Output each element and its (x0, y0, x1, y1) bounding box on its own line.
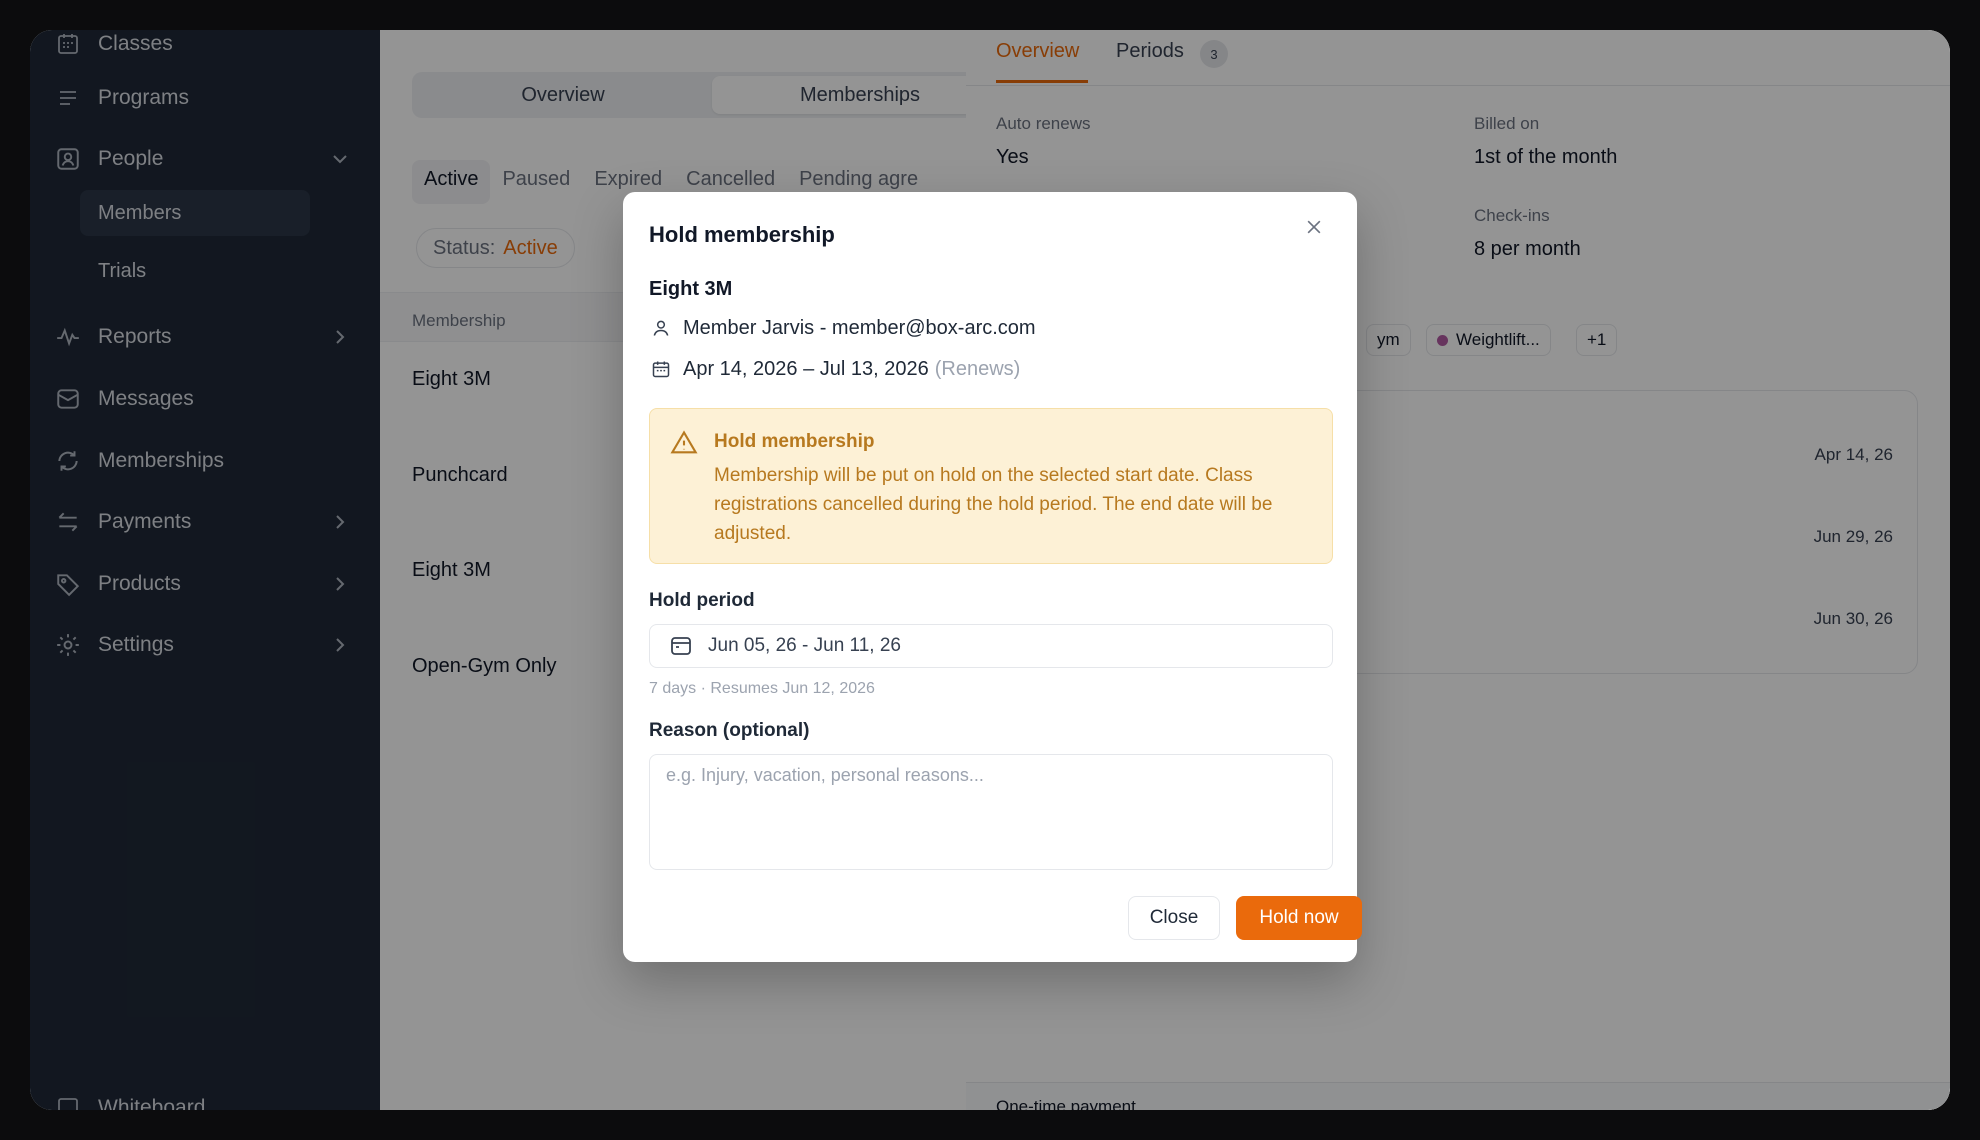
hold-period-hint: 7 days · Resumes Jun 12, 2026 (649, 680, 875, 697)
membership-name: Eight 3M (649, 278, 733, 300)
member-line-text: Member Jarvis - member@box-arc.com (683, 316, 1036, 339)
hold-membership-dialog: Hold membership Eight 3M Member Jarvis -… (623, 192, 1362, 962)
close-button[interactable]: Close (1128, 896, 1220, 940)
warning-triangle-icon (670, 430, 698, 454)
hold-period-label: Hold period (649, 590, 755, 611)
reason-textarea[interactable] (649, 754, 1333, 870)
calendar-icon (668, 633, 694, 659)
renews-text: (Renews) (934, 357, 1021, 380)
dialog-title: Hold membership (649, 222, 835, 247)
calendar-icon (649, 357, 673, 381)
hold-warning-alert: Hold membership Membership will be put o… (649, 408, 1333, 564)
hold-now-button[interactable]: Hold now (1236, 896, 1362, 940)
user-icon (649, 316, 673, 340)
alert-title: Hold membership (714, 431, 875, 452)
membership-dates: Apr 14, 2026 – Jul 13, 2026 (Renews) (649, 357, 1020, 381)
alert-body: Membership will be put on hold on the se… (714, 465, 1273, 544)
app-window: Classes Programs People Members Trials R… (30, 30, 1950, 1110)
close-icon[interactable] (1299, 212, 1329, 242)
hold-period-date-range-input[interactable]: Jun 05, 26 - Jun 11, 26 (649, 624, 1333, 668)
member-info: Member Jarvis - member@box-arc.com (649, 316, 1036, 340)
reason-label: Reason (optional) (649, 720, 810, 741)
hold-period-value: Jun 05, 26 - Jun 11, 26 (708, 635, 901, 656)
dates-text: Apr 14, 2026 – Jul 13, 2026 (683, 357, 929, 380)
